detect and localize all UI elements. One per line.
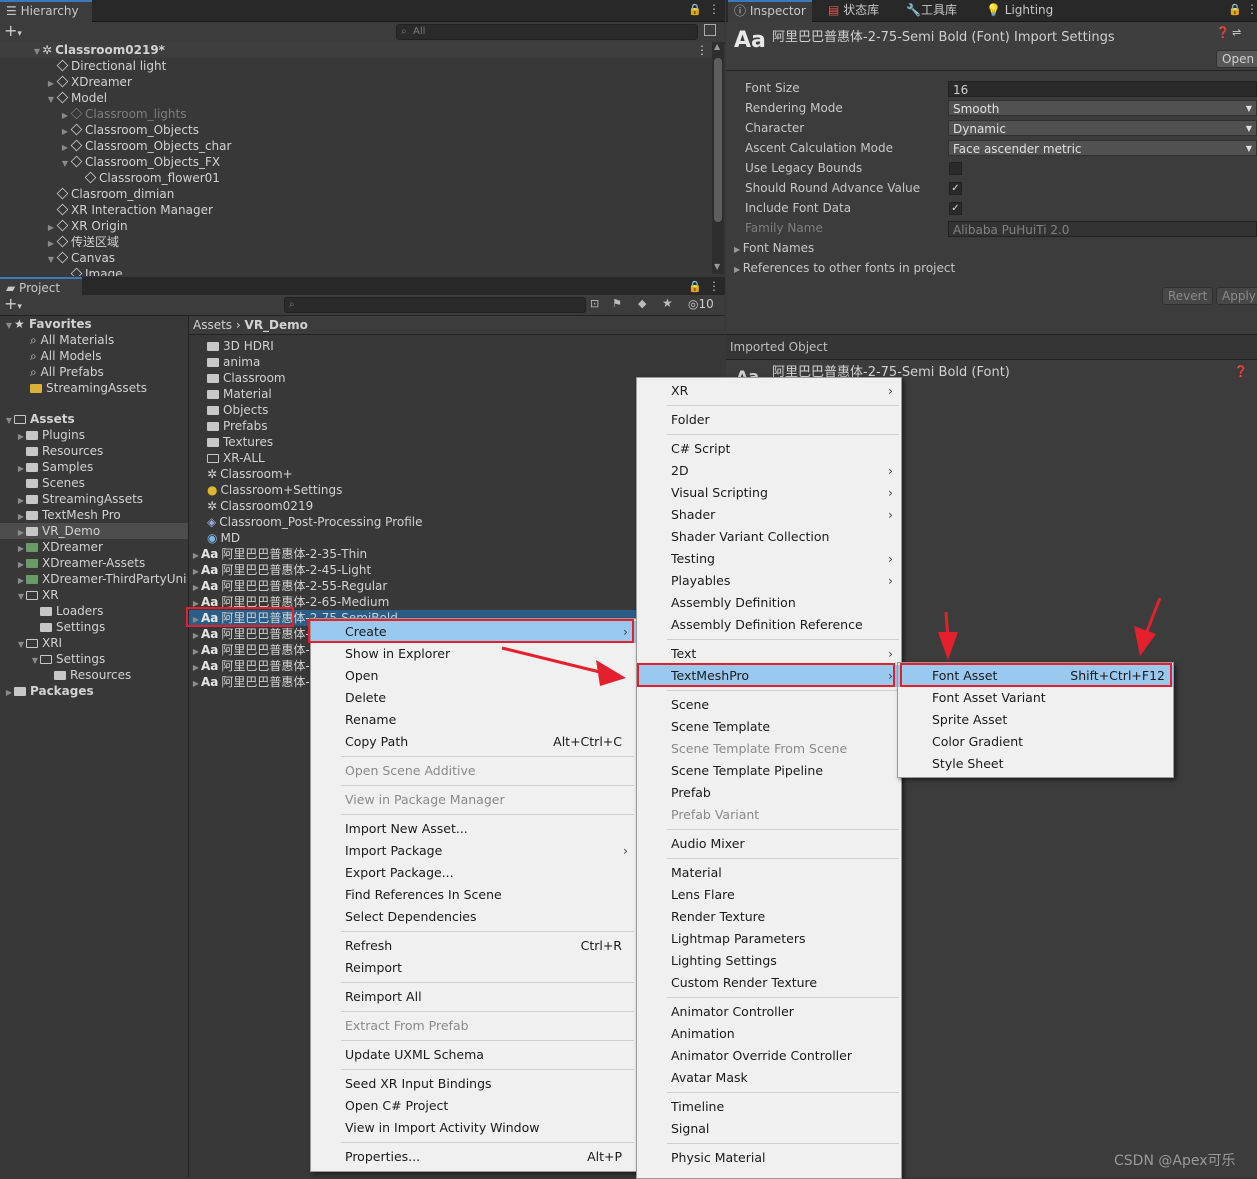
red-arrow-icon [501, 646, 626, 686]
red-arrow-icon [1134, 597, 1162, 656]
red-arrow-icon [938, 611, 958, 660]
annotation-arrows [501, 597, 1162, 686]
watermark: CSDN @Apex可乐 [1114, 1153, 1236, 1169]
